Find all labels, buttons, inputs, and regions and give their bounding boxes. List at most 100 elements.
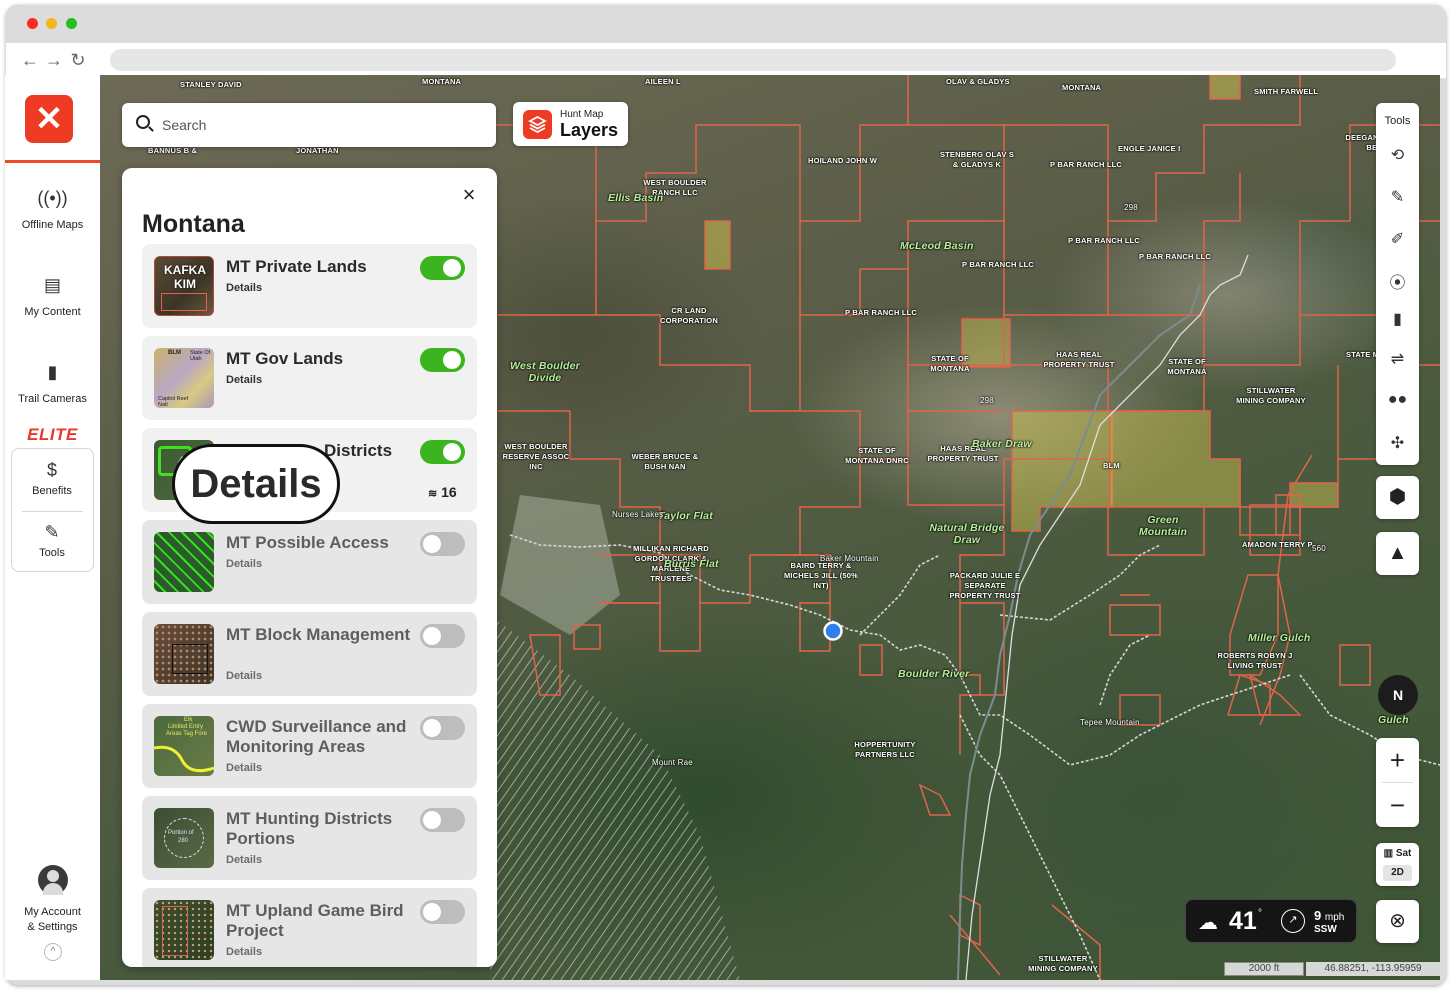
onx-logo-icon[interactable]: ✕ [25,95,73,143]
layer-toggle[interactable] [420,532,465,556]
sidebar-item-benefits[interactable]: $ Benefits [12,457,92,497]
zoom-out-button[interactable]: − [1376,783,1419,827]
map-label: MONTANA [422,77,462,86]
map-label: Green Mountain [1138,514,1188,538]
chevron-up-icon[interactable]: ^ [44,943,62,961]
map-label: Miller Gulch [1248,632,1311,644]
layers-button[interactable]: Hunt Map Layers [513,102,628,146]
pin-icon[interactable]: ⦿ [1376,269,1419,293]
layer-card-upland-game-bird[interactable]: MT Upland Game Bird Project Details [142,888,477,967]
wind-speed: 9 mph [1314,908,1344,923]
map-label: Tepee Mountain [1080,718,1140,727]
url-bar[interactable] [110,49,1396,71]
elite-badge: ELITE [27,425,78,444]
map-label: HAAS REAL PROPERTY TRUST [1043,350,1115,369]
layer-details-link[interactable]: Details [226,946,262,958]
thumb-text: KIM [174,277,196,291]
map-label: SMITH FARWELL [1254,87,1319,96]
layer-thumbnail [154,624,214,684]
map-3d-button[interactable]: ⬢ [1376,476,1419,519]
forward-arrow-icon[interactable]: → [44,50,64,70]
layer-toggle[interactable] [420,348,465,372]
map-label: BLM [1103,461,1120,470]
details-callout[interactable]: Details [172,444,340,524]
layer-thumbnail [154,532,214,592]
camera-icon: ▮ [47,362,58,382]
map-label: STANLEY DAVID [180,80,242,89]
layer-card-gov-lands[interactable]: BLM State Of Utah Capitol Reef Natl MT G… [142,336,477,420]
minimize-window-button[interactable] [46,18,57,29]
mountain-button[interactable]: ▲ [1376,532,1419,575]
layer-details-link[interactable]: Details [226,282,262,294]
map-label: STENBERG OLAV S & GLADYS K [939,150,1015,169]
search-icon [136,115,150,129]
layer-card-cwd[interactable]: Elk Limited Entry Areas Tag Fore CWD Sur… [142,704,477,788]
layer-details-link[interactable]: Details [226,374,262,386]
sidebar-item-trail-cameras[interactable]: ▮ Trail Cameras [5,359,100,405]
layer-toggle[interactable] [420,808,465,832]
layer-toggle[interactable] [420,900,465,924]
basemap-type: Sat [1395,848,1412,859]
layer-details-link[interactable]: Details [226,558,262,570]
satellite-icon[interactable]: ✣ [1376,433,1419,453]
route-icon[interactable]: ⇌ [1376,349,1419,369]
layer-details-link[interactable]: Details [226,854,262,866]
layer-name: MT Hunting Districts Portions [226,809,393,848]
maximize-window-button[interactable] [66,18,77,29]
thumb-text: Portion of [168,830,194,836]
zoom-in-button[interactable]: + [1376,738,1419,782]
scale-bar: 2000 ft [1224,962,1304,976]
weather-widget[interactable]: ☁ 41 ° ↗ 9 mph SSW [1185,899,1357,943]
map-label: Baker Mountain [820,554,879,563]
mountain-icon: ▲ [1387,542,1408,564]
layer-name: MT Block Management [226,625,411,644]
close-icon[interactable]: × [458,184,480,206]
basemap-button[interactable]: ▥ Sat 2D [1376,843,1419,886]
map-label: Gulch [1378,714,1409,726]
map-label: P BAR RANCH LLC [962,260,1035,269]
map-label: Mount Rae [652,758,693,767]
layer-count-value: 16 [441,484,457,500]
left-sidebar: ✕ ((•)) Offline Maps ▤ My Content ▮ Trai… [5,75,100,980]
camera-icon[interactable]: ▮ [1376,309,1419,329]
map-label: 560 [1312,544,1326,553]
lasso-icon[interactable]: ⟲ [1376,145,1419,165]
layer-toggle[interactable] [420,440,465,464]
layer-card-block-management[interactable]: MT Block Management Details [142,612,477,696]
layer-thumbnail: Portion of 280 [154,808,214,868]
close-window-button[interactable] [27,18,38,29]
layer-details-link[interactable]: Details [226,670,262,682]
map-label: STILLWATER MINING COMPANY [1028,954,1098,973]
layer-toggle[interactable] [420,716,465,740]
sidebar-item-label: Trail Cameras [18,393,87,405]
sidebar-item-offline-maps[interactable]: ((•)) Offline Maps [5,185,100,231]
elite-menu-box: $ Benefits ✎ Tools [11,448,94,572]
layer-toggle[interactable] [420,256,465,280]
map-label: JONATHAN [296,146,339,155]
map-label: ENGLE JANICE I [1118,144,1181,153]
back-arrow-icon[interactable]: ← [20,50,40,70]
layer-card-hunting-portions[interactable]: Portion of 280 MT Hunting Districts Port… [142,796,477,880]
search-bar[interactable] [122,103,496,147]
layer-thumbnail: KAFKA KIM [154,256,214,316]
layer-details-link[interactable]: Details [226,762,262,774]
locate-button[interactable]: ⊗ [1376,900,1419,943]
eraser-icon[interactable]: ✐ [1376,229,1419,249]
layers-panel: × Montana KAFKA KIM MT Private Lands Det… [122,168,497,967]
reload-icon[interactable]: ↻ [68,50,88,70]
sidebar-item-account[interactable]: My Account & Settings [5,905,100,935]
layer-name: MT Private Lands [226,257,367,276]
pencil-icon[interactable]: ✎ [1376,187,1419,207]
avatar[interactable] [38,865,68,895]
sidebar-item-my-content[interactable]: ▤ My Content [5,272,100,318]
people-icon[interactable]: ●● [1376,391,1419,409]
layer-card-possible-access[interactable]: MT Possible Access Details [142,520,477,604]
sidebar-item-tools[interactable]: ✎ Tools [12,519,92,559]
layer-card-private-lands[interactable]: KAFKA KIM MT Private Lands Details [142,244,477,328]
search-input[interactable] [162,113,482,137]
compass-button[interactable]: N [1378,675,1418,715]
wind-speed-unit: mph [1324,912,1345,923]
map-label: Boulder River [898,668,970,680]
layer-toggle[interactable] [420,624,465,648]
map-label: MONTANA [1062,83,1102,92]
